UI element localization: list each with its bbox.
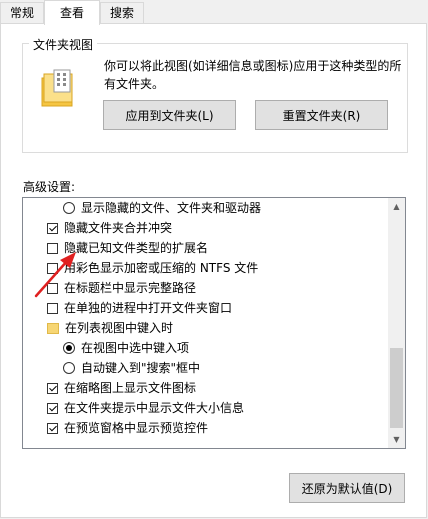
advanced-settings-list[interactable]: 显示隐藏的文件、文件夹和驱动器 隐藏文件夹合并冲突 隐藏已知文件类型的扩展名 用… [22,197,406,449]
checkbox[interactable] [47,302,58,314]
list-item-select-typed[interactable]: 在视图中选中键入项 [63,338,189,358]
scrollbar-thumb[interactable] [390,348,403,428]
list-item-label: 自动键入到"搜索"框中 [81,361,201,375]
list-item-label: 显示隐藏的文件、文件夹和驱动器 [81,201,262,215]
chevron-up-icon[interactable]: ▲ [388,198,405,215]
list-item-file-size-tips[interactable]: 在文件夹提示中显示文件大小信息 [47,398,244,418]
list-item-label: 在单独的进程中打开文件夹窗口 [64,301,233,315]
radio-button[interactable] [63,342,75,354]
list-item-separate-process[interactable]: 在单独的进程中打开文件夹窗口 [47,298,232,318]
checkbox[interactable] [47,402,58,414]
list-item-type-into-search[interactable]: 自动键入到"搜索"框中 [63,358,200,378]
list-item-label: 在视图中选中键入项 [81,341,190,355]
radio-button[interactable] [63,362,75,374]
list-item-label: 在预览窗格中显示预览控件 [64,421,209,435]
tab-view[interactable]: 查看 [44,0,100,25]
chevron-down-icon[interactable]: ▼ [388,431,405,448]
advanced-settings-label: 高级设置: [23,180,76,194]
list-item-label: 在标题栏中显示完整路径 [64,281,197,295]
tab-general[interactable]: 常规 [0,2,44,23]
folder-icon [47,322,59,334]
folder-views-title: 文件夹视图 [29,36,98,53]
checkbox[interactable] [47,222,58,234]
folder-icon [41,69,73,107]
checkbox[interactable] [47,422,58,434]
list-item-hide-merge-conflicts[interactable]: 隐藏文件夹合并冲突 [47,218,172,238]
annotation-arrow-icon [34,252,76,298]
list-item-label: 隐藏文件夹合并冲突 [64,221,173,235]
apply-to-folders-button[interactable]: 应用到文件夹(L) [103,100,236,130]
tab-search[interactable]: 搜索 [100,2,144,23]
list-item-label: 用彩色显示加密或压缩的 NTFS 文件 [64,261,259,275]
list-item-label: 在列表视图中键入时 [65,321,174,335]
list-item-label: 在文件夹提示中显示文件大小信息 [64,401,245,415]
list-item-typing-in-list: 在列表视图中键入时 [47,318,173,338]
vertical-scrollbar[interactable]: ▲ ▼ [388,198,405,448]
checkbox[interactable] [47,382,58,394]
list-item-label: 在缩略图上显示文件图标 [64,381,197,395]
list-item-thumbnail-icons[interactable]: 在缩略图上显示文件图标 [47,378,196,398]
folder-views-description: 你可以将此视图(如详细信息或图标)应用于这种类型的所有文件夹。 [104,59,402,91]
list-item-preview-handlers[interactable]: 在预览窗格中显示预览控件 [47,418,208,438]
radio-button[interactable] [63,202,75,214]
restore-defaults-button[interactable]: 还原为默认值(D) [289,473,405,503]
reset-folders-button[interactable]: 重置文件夹(R) [255,100,388,130]
tab-bar: 常规 查看 搜索 [0,0,428,25]
list-item-label: 隐藏已知文件类型的扩展名 [64,241,209,255]
list-item-show-hidden[interactable]: 显示隐藏的文件、文件夹和驱动器 [63,198,261,218]
